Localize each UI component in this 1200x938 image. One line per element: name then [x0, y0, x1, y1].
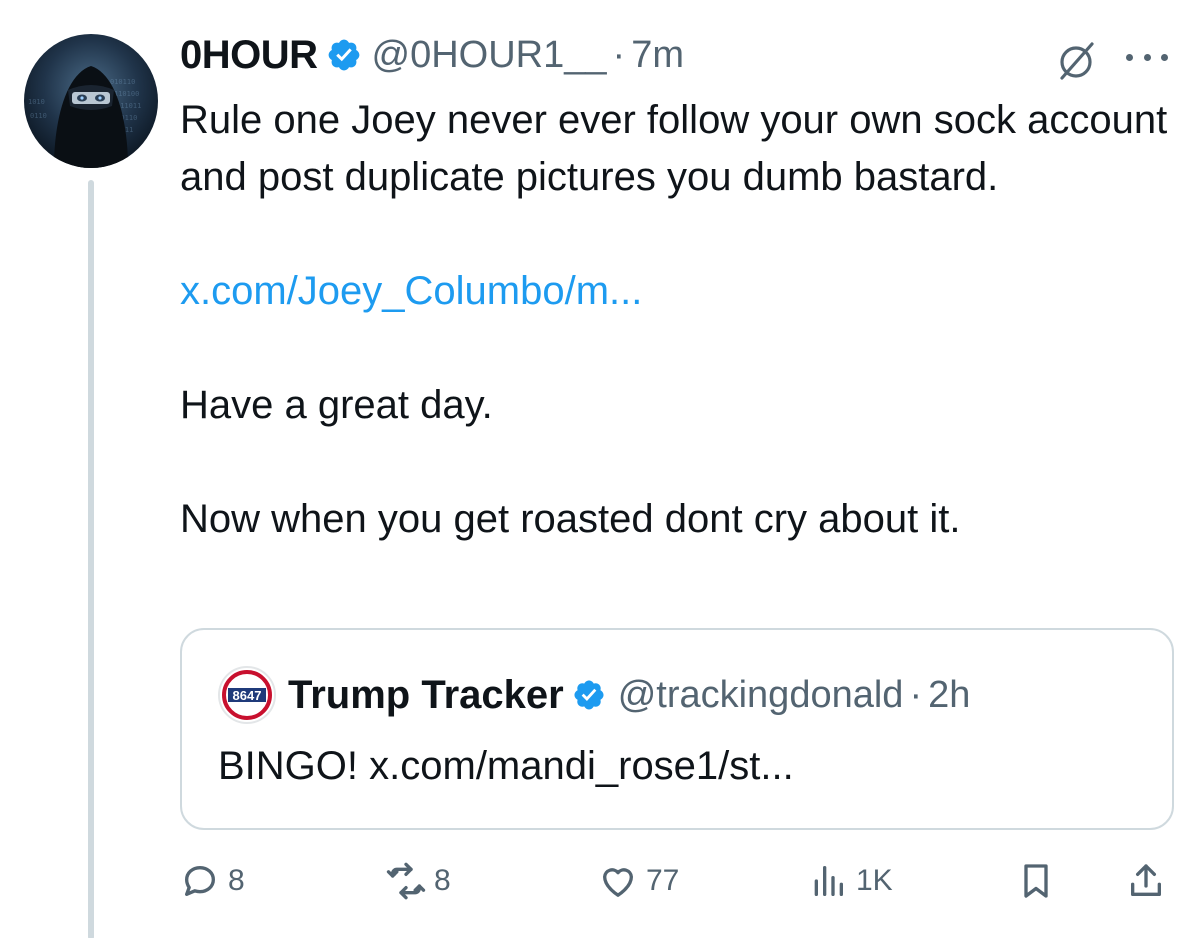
bookmark-button[interactable] [1016, 856, 1056, 906]
verified-badge-icon [574, 680, 604, 710]
thread-connector-line [88, 180, 94, 938]
like-button[interactable]: 77 [598, 856, 679, 906]
tweet-text-line: Have a great day. [180, 383, 493, 427]
views-count: 1K [856, 864, 893, 897]
hooded-figure-image: 010110 110100 011011 100110 010011 1010 … [28, 66, 141, 168]
quoted-tweet-timestamp[interactable]: 2h [928, 674, 970, 717]
quoted-tweet-text: BINGO! x.com/mandi_rose1/st... [218, 744, 794, 788]
like-count: 77 [646, 864, 680, 897]
grok-icon[interactable] [1054, 38, 1098, 82]
tweet-link[interactable]: x.com/Joey_Columbo/m... [180, 263, 1170, 320]
reply-button[interactable]: 8 [180, 856, 245, 906]
quoted-author-handle[interactable]: @trackingdonald [618, 674, 904, 717]
views-icon [814, 866, 843, 896]
verified-badge-icon [328, 39, 359, 71]
share-icon [1131, 864, 1161, 896]
tweet-action-bar: 8 8 77 1K [180, 856, 1174, 906]
more-dots-icon[interactable] [1120, 42, 1174, 72]
quoted-author-name[interactable]: Trump Tracker [288, 673, 564, 718]
heart-icon [603, 868, 633, 897]
repost-button[interactable]: 8 [386, 856, 451, 906]
svg-text:010110: 010110 [110, 78, 135, 86]
quoted-author-avatar[interactable]: 8647 [218, 666, 276, 724]
quoted-avatar-text: 8647 [232, 687, 262, 703]
tweet-text-line: Now when you get roasted dont cry about … [180, 497, 961, 541]
tweet-timestamp[interactable]: 7m [631, 34, 684, 77]
author-avatar[interactable]: 010110 110100 011011 100110 010011 1010 … [24, 34, 158, 168]
separator-dot: · [612, 33, 626, 76]
reply-icon [185, 866, 215, 896]
svg-text:1010: 1010 [28, 98, 45, 106]
repost-count: 8 [434, 864, 451, 897]
quoted-tweet-card[interactable]: 8647 Trump Tracker @trackingdonald · 2h … [180, 628, 1174, 830]
reply-count: 8 [228, 864, 245, 897]
author-handle[interactable]: @0HOUR1__ [372, 34, 607, 77]
tweet-text-line: Rule one Joey never ever follow your own… [180, 98, 1168, 199]
author-display-name[interactable]: 0HOUR [180, 33, 318, 78]
tweet-body: Rule one Joey never ever follow your own… [180, 92, 1170, 548]
separator-dot: · [909, 673, 923, 716]
bookmark-icon [1024, 864, 1048, 898]
svg-text:110100: 110100 [114, 90, 139, 98]
quoted-tweet-header: 8647 Trump Tracker @trackingdonald · 2h [218, 666, 970, 724]
repost-icon [386, 862, 426, 900]
tweet-header: 0HOUR @0HOUR1__ · 7m [180, 30, 684, 80]
svg-text:0110: 0110 [30, 112, 47, 120]
views-button[interactable]: 1K [808, 856, 893, 906]
share-button[interactable] [1126, 856, 1166, 906]
